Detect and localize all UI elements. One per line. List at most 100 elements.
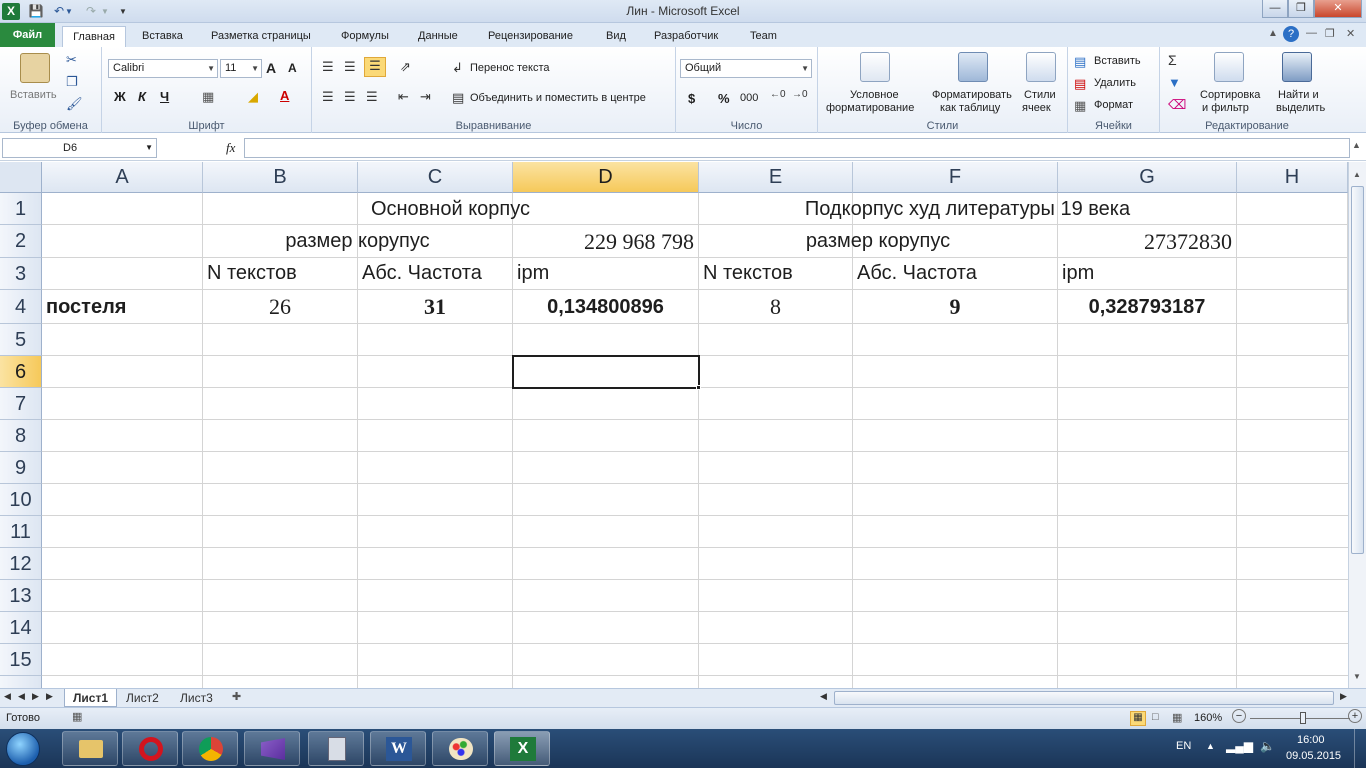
merge-center-button[interactable]: Объединить и поместить в центре bbox=[470, 92, 646, 104]
borders-icon[interactable]: ▦ bbox=[202, 89, 214, 105]
taskbar-chrome[interactable] bbox=[182, 731, 238, 766]
macro-record-icon[interactable]: ▦ bbox=[72, 710, 82, 723]
conditional-formatting-icon[interactable] bbox=[860, 52, 890, 82]
font-name-combo[interactable]: Calibri ▼ bbox=[108, 59, 218, 78]
row-header-2[interactable]: 2 bbox=[0, 225, 42, 258]
tab-home[interactable]: Главная bbox=[62, 26, 126, 47]
cell-A1[interactable] bbox=[42, 193, 203, 225]
row-header-1[interactable]: 1 bbox=[0, 193, 42, 225]
cell-E1[interactable]: Подкорпус худ литературы 19 века bbox=[699, 193, 1237, 225]
autosum-icon[interactable]: Σ bbox=[1168, 52, 1177, 68]
tab-formulas[interactable]: Формулы bbox=[337, 26, 393, 47]
column-header-G[interactable]: G bbox=[1058, 162, 1237, 193]
doc-restore-icon[interactable]: ❐ bbox=[1325, 27, 1335, 40]
column-header-D[interactable]: D bbox=[513, 162, 699, 193]
row-header-3[interactable]: 3 bbox=[0, 258, 42, 290]
orientation-icon[interactable]: ⇗ bbox=[400, 59, 411, 75]
page-break-view-icon[interactable]: ▦ bbox=[1172, 711, 1182, 724]
tray-expand-icon[interactable]: ▲ bbox=[1206, 741, 1215, 751]
cell-D3[interactable]: ipm bbox=[513, 258, 699, 290]
format-as-table-icon[interactable] bbox=[958, 52, 988, 82]
scroll-right-icon[interactable]: ▶ bbox=[1340, 691, 1347, 702]
underline-button[interactable]: Ч bbox=[160, 89, 169, 104]
italic-button[interactable]: К bbox=[138, 89, 146, 104]
row-header-5[interactable]: 5 bbox=[0, 324, 42, 356]
cell-styles-icon[interactable] bbox=[1026, 52, 1056, 82]
taskbar-excel[interactable]: X bbox=[494, 731, 550, 766]
align-bottom-icon[interactable]: ☰ bbox=[364, 57, 386, 77]
currency-button[interactable]: $ bbox=[688, 91, 695, 106]
cell-F4[interactable]: 9 bbox=[853, 290, 1058, 324]
language-indicator[interactable]: EN bbox=[1176, 740, 1191, 752]
normal-view-icon[interactable]: ▦ bbox=[1130, 711, 1146, 726]
thousands-button[interactable]: 000 bbox=[740, 92, 758, 104]
find-select-label-1[interactable]: Найти и bbox=[1278, 89, 1319, 101]
cell-H3[interactable] bbox=[1237, 258, 1348, 290]
cell-A4[interactable]: постеля bbox=[42, 290, 203, 324]
column-header-B[interactable]: B bbox=[203, 162, 358, 193]
grow-font-icon[interactable]: A bbox=[266, 60, 276, 76]
start-button[interactable] bbox=[6, 732, 40, 766]
row-header-11[interactable]: 11 bbox=[0, 516, 42, 548]
sort-filter-label-2[interactable]: и фильтр bbox=[1202, 102, 1249, 114]
format-cells-icon[interactable]: ▦ bbox=[1074, 98, 1086, 114]
cell-C3[interactable]: Абс. Частота bbox=[358, 258, 513, 290]
taskbar-paint[interactable] bbox=[432, 731, 488, 766]
expand-formula-bar-icon[interactable]: ▲ bbox=[1352, 140, 1361, 150]
wrap-text-button[interactable]: Перенос текста bbox=[470, 62, 550, 74]
row-header-13[interactable]: 13 bbox=[0, 580, 42, 612]
spreadsheet-grid[interactable]: A B C D E F G H 1 2 3 4 5 6 7 8 9 10 11 … bbox=[0, 162, 1348, 688]
row-header-16[interactable] bbox=[0, 676, 42, 688]
row-header-14[interactable]: 14 bbox=[0, 612, 42, 644]
cell-D2[interactable]: 229 968 798 bbox=[513, 225, 699, 258]
tab-file[interactable]: Файл bbox=[0, 23, 55, 47]
sort-filter-icon[interactable] bbox=[1214, 52, 1244, 82]
wrap-text-icon[interactable]: ↲ bbox=[452, 60, 463, 76]
scroll-up-icon[interactable]: ▲ bbox=[1353, 170, 1361, 179]
column-header-F[interactable]: F bbox=[853, 162, 1058, 193]
horizontal-scroll-thumb[interactable] bbox=[834, 691, 1334, 705]
insert-function-button[interactable]: fx bbox=[226, 140, 235, 156]
scroll-left-icon[interactable]: ◀ bbox=[820, 691, 827, 702]
sheet-tab-2[interactable]: Лист2 bbox=[118, 689, 167, 707]
zoom-in-icon[interactable]: + bbox=[1348, 709, 1362, 723]
zoom-slider-thumb[interactable] bbox=[1300, 712, 1306, 724]
taskbar-opera[interactable] bbox=[122, 731, 178, 766]
cell-E2[interactable]: размер корупус bbox=[699, 225, 1058, 258]
align-right-icon[interactable]: ☰ bbox=[366, 89, 378, 105]
percent-button[interactable]: % bbox=[718, 91, 730, 106]
vertical-scroll-thumb[interactable] bbox=[1351, 186, 1364, 554]
tray-date[interactable]: 09.05.2015 bbox=[1286, 750, 1341, 762]
tab-data[interactable]: Данные bbox=[414, 26, 462, 47]
format-painter-icon[interactable]: 🖌 bbox=[66, 96, 83, 112]
taskbar-word[interactable]: W bbox=[370, 731, 426, 766]
cell-H1[interactable] bbox=[1237, 193, 1348, 225]
cell-G2[interactable]: 27372830 bbox=[1058, 225, 1237, 258]
column-header-E[interactable]: E bbox=[699, 162, 853, 193]
restore-icon[interactable]: ❐ bbox=[1288, 0, 1314, 18]
last-sheet-icon[interactable]: ▶ bbox=[46, 691, 53, 702]
paste-button[interactable]: Вставить bbox=[10, 89, 57, 101]
format-cells-button[interactable]: Формат bbox=[1094, 99, 1133, 111]
tab-developer[interactable]: Разработчик bbox=[650, 26, 722, 47]
tab-review[interactable]: Рецензирование bbox=[484, 26, 577, 47]
vertical-scrollbar[interactable]: ▲ ▼ bbox=[1348, 162, 1366, 688]
cell-B3[interactable]: N текстов bbox=[203, 258, 358, 290]
cell-F3[interactable]: Абс. Частота bbox=[853, 258, 1058, 290]
font-color-icon[interactable]: A bbox=[280, 88, 289, 103]
number-format-combo[interactable]: Общий ▼ bbox=[680, 59, 812, 78]
show-desktop-button[interactable] bbox=[1354, 729, 1366, 768]
cut-icon[interactable]: ✂ bbox=[66, 52, 77, 68]
sheet-tab-1[interactable]: Лист1 bbox=[64, 689, 118, 707]
name-box[interactable]: D6 ▼ bbox=[2, 138, 157, 158]
font-size-combo[interactable]: 11 ▼ bbox=[220, 59, 262, 78]
tab-insert[interactable]: Вставка bbox=[138, 26, 187, 47]
row-header-10[interactable]: 10 bbox=[0, 484, 42, 516]
row-header-12[interactable]: 12 bbox=[0, 548, 42, 580]
taskbar-explorer[interactable] bbox=[62, 731, 118, 766]
formula-input[interactable] bbox=[244, 138, 1350, 158]
fill-handle[interactable] bbox=[696, 385, 701, 390]
row-header-7[interactable]: 7 bbox=[0, 388, 42, 420]
row-header-4[interactable]: 4 bbox=[0, 290, 42, 324]
format-as-table-label-2[interactable]: как таблицу bbox=[940, 102, 1000, 114]
